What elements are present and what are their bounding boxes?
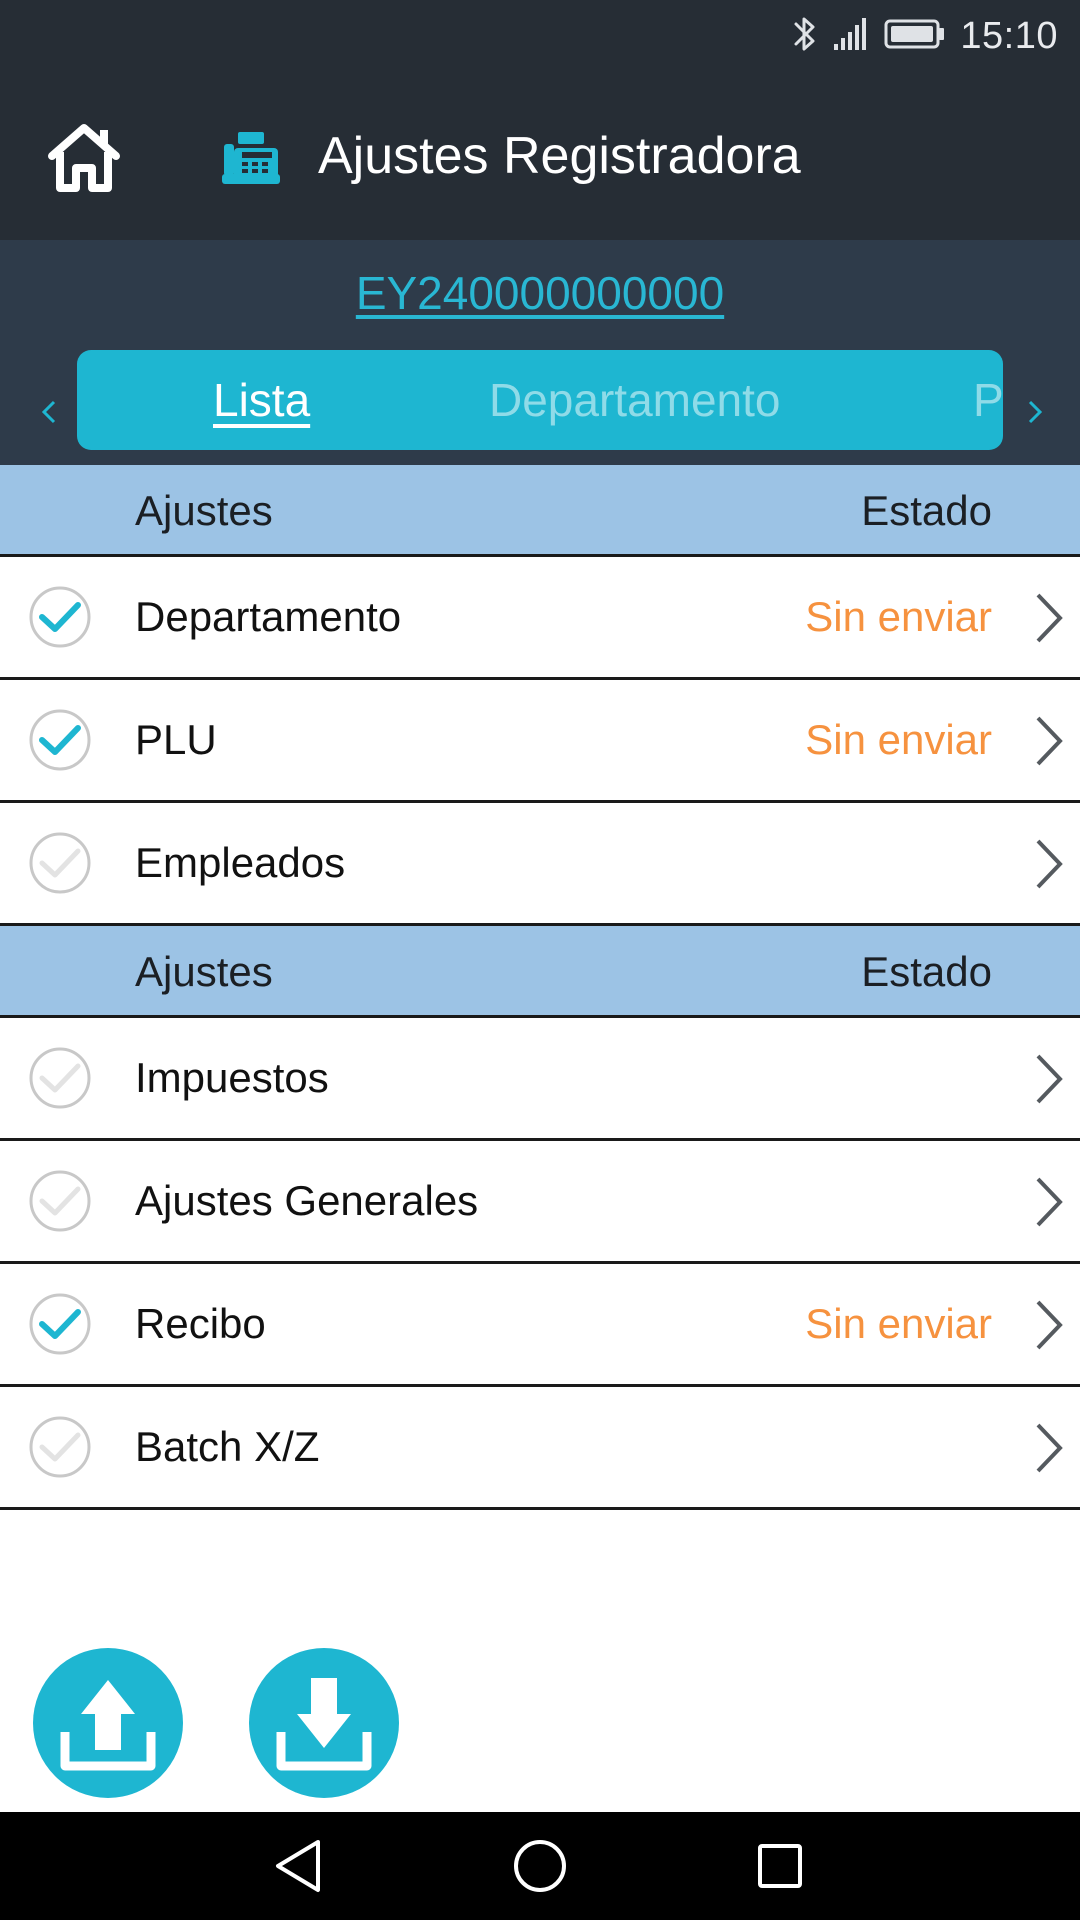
nav-home-button[interactable] [504, 1830, 576, 1902]
device-panel: EY240000000000 Lista Departamento P [0, 240, 1080, 465]
row-status: Sin enviar [805, 716, 992, 763]
bluetooth-icon [792, 14, 818, 59]
chevron-left-icon [28, 400, 68, 444]
section-header: Ajustes Estado [0, 926, 1080, 1018]
tab-next-button[interactable] [1016, 380, 1056, 440]
status-bar: 15:10 [0, 0, 1080, 72]
chevron-right-icon [1016, 400, 1056, 444]
page-title: Ajustes Registradora [318, 127, 801, 185]
status-time: 15:10 [960, 14, 1058, 57]
row-status: Sin enviar [805, 593, 992, 640]
check-circle-icon[interactable] [28, 831, 92, 895]
column-header-estado: Estado [861, 948, 992, 995]
upload-icon [60, 1680, 156, 1771]
back-icon [276, 1840, 320, 1892]
home-button[interactable] [44, 120, 124, 196]
upload-button[interactable] [33, 1648, 183, 1798]
battery-icon [884, 18, 946, 55]
check-circle-icon[interactable] [28, 708, 92, 772]
tab-lista[interactable]: Lista [213, 350, 310, 450]
chevron-right-icon [1032, 1298, 1066, 1352]
chevron-right-icon [1032, 1052, 1066, 1106]
settings-row-recibo[interactable]: Recibo Sin enviar [0, 1264, 1080, 1387]
recent-apps-icon [758, 1844, 802, 1888]
chevron-right-icon [1032, 1421, 1066, 1475]
row-label: PLU [135, 716, 217, 763]
nav-back-button[interactable] [264, 1830, 336, 1902]
download-icon [276, 1678, 372, 1771]
check-circle-icon[interactable] [28, 1292, 92, 1356]
column-header-estado: Estado [861, 487, 992, 534]
chevron-right-icon [1032, 1175, 1066, 1229]
settings-row-ajustes-generales[interactable]: Ajustes Generales [0, 1141, 1080, 1264]
cash-register-icon [220, 130, 282, 186]
chevron-right-icon [1032, 591, 1066, 645]
row-label: Ajustes Generales [135, 1177, 479, 1224]
tab-partial[interactable]: P [973, 350, 1003, 450]
nav-recent-button[interactable] [744, 1830, 816, 1902]
chevron-right-icon [1032, 837, 1066, 891]
row-status: Sin enviar [805, 1300, 992, 1347]
system-nav-bar [0, 1812, 1080, 1920]
app-header: Ajustes Registradora [0, 72, 1080, 240]
home-icon [44, 124, 124, 200]
device-serial-link[interactable]: EY240000000000 [0, 266, 1080, 320]
row-label: Empleados [135, 839, 346, 886]
tab-strip: Lista Departamento P [77, 350, 1003, 450]
check-circle-icon[interactable] [28, 1415, 92, 1479]
app-screen: 15:10 Ajustes Registradora EY24000000000… [0, 0, 1080, 1920]
settings-row-empleados[interactable]: Empleados [0, 803, 1080, 926]
check-circle-icon[interactable] [28, 585, 92, 649]
download-button[interactable] [249, 1648, 399, 1798]
column-header-ajustes: Ajustes [135, 948, 273, 995]
chevron-right-icon [1032, 714, 1066, 768]
settings-row-departamento[interactable]: Departamento Sin enviar [0, 557, 1080, 680]
row-label: Departamento [135, 593, 402, 640]
tab-prev-button[interactable] [28, 380, 68, 440]
row-label: Batch X/Z [135, 1423, 320, 1470]
settings-row-batch-xz[interactable]: Batch X/Z [0, 1387, 1080, 1510]
row-label: Recibo [135, 1300, 266, 1347]
settings-row-plu[interactable]: PLU Sin enviar [0, 680, 1080, 803]
settings-row-impuestos[interactable]: Impuestos [0, 1018, 1080, 1141]
row-label: Impuestos [135, 1054, 329, 1101]
signal-icon [832, 16, 870, 57]
check-circle-icon[interactable] [28, 1046, 92, 1110]
tab-departamento[interactable]: Departamento [489, 350, 781, 450]
check-circle-icon[interactable] [28, 1169, 92, 1233]
home-circle-icon [514, 1840, 566, 1892]
section-header: Ajustes Estado [0, 465, 1080, 557]
column-header-ajustes: Ajustes [135, 487, 273, 534]
